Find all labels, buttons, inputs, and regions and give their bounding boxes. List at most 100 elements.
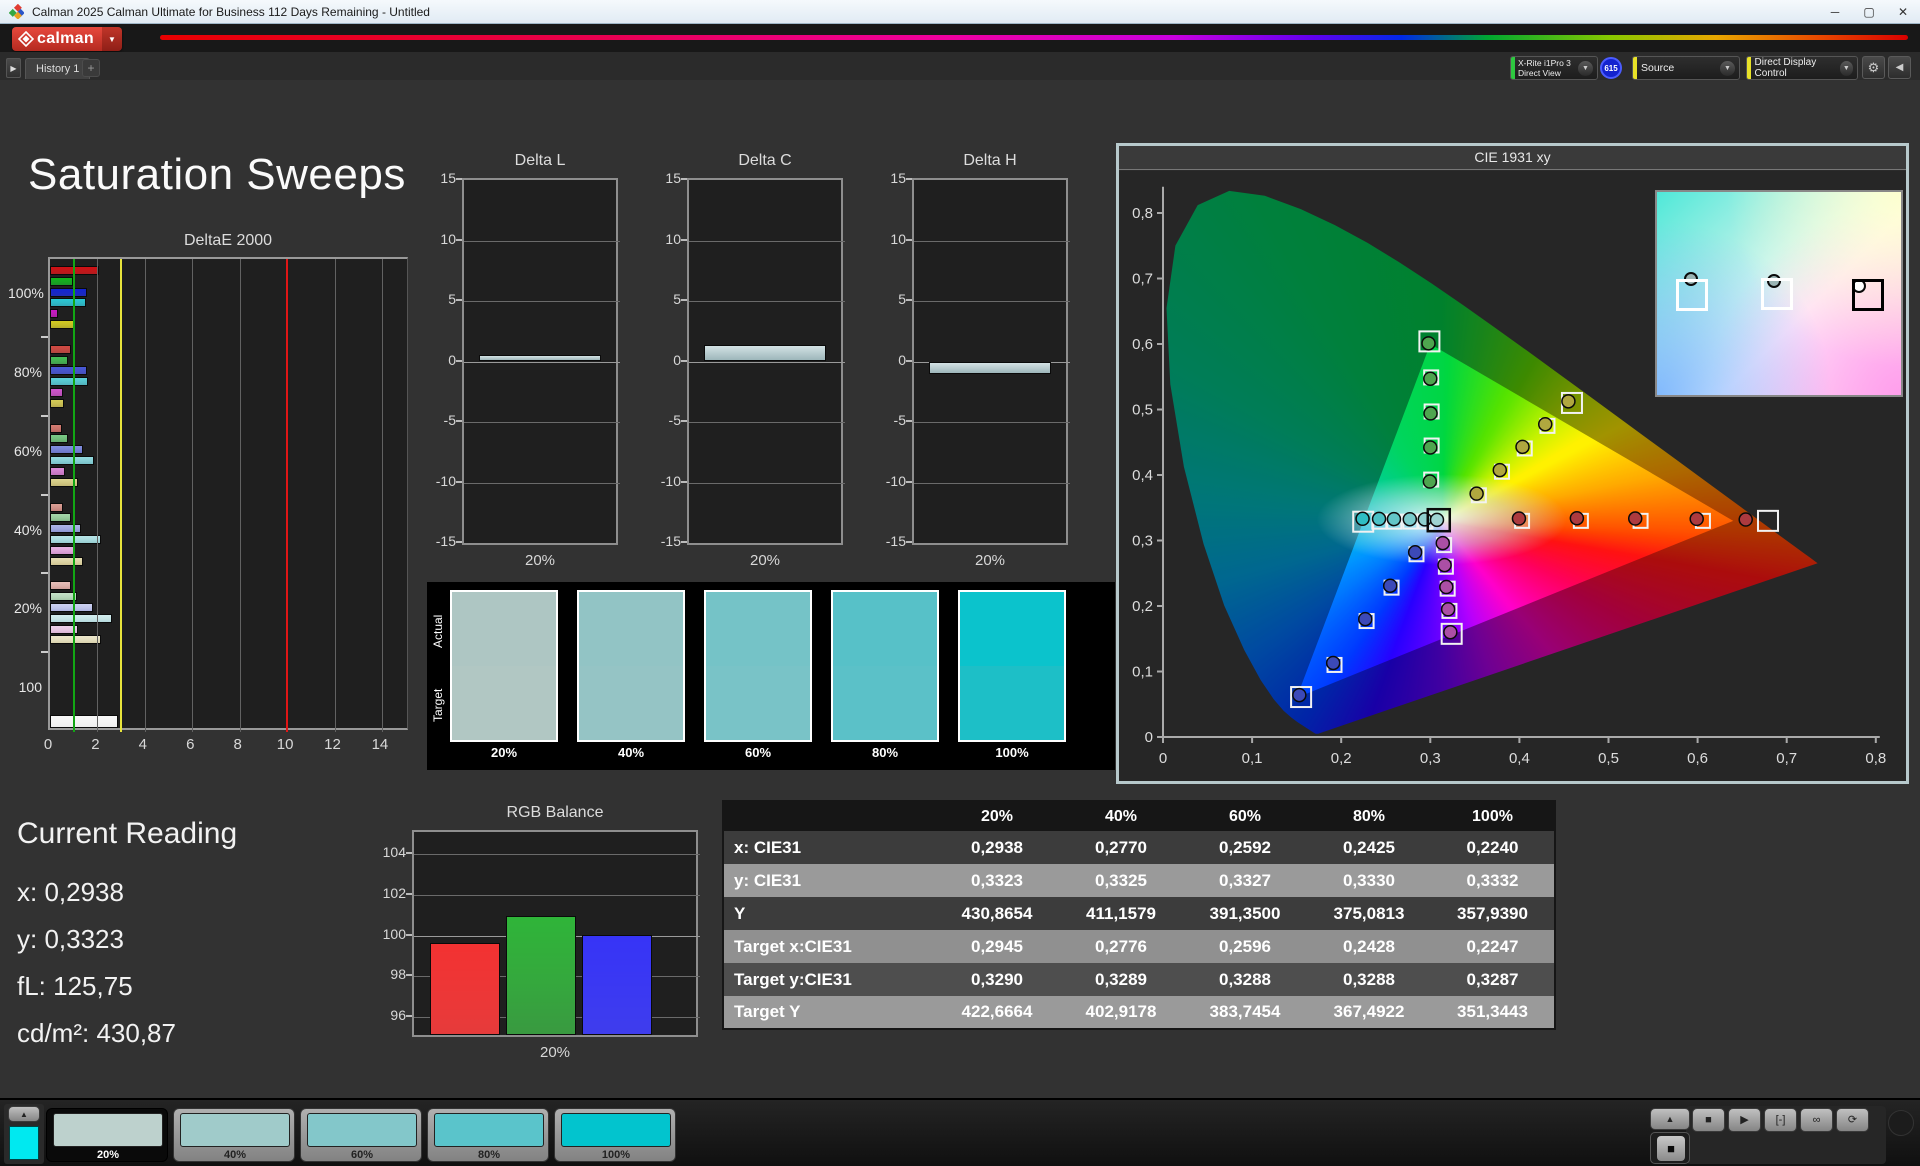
table-cell: 0,3287 <box>1466 969 1519 989</box>
history-panel-toggle[interactable]: ▶ <box>6 58 21 78</box>
table-cell: 0,2770 <box>1095 837 1147 857</box>
collapse-toolbar-button[interactable]: ◀ <box>1888 56 1911 79</box>
rgb-y-tick-label: 96 <box>390 1006 406 1023</box>
patch-button-60%[interactable]: 60% <box>300 1108 422 1162</box>
deltae-y-tick <box>41 572 48 575</box>
deltae-bar <box>50 635 101 645</box>
patch-button-20%[interactable]: 20% <box>46 1108 168 1162</box>
patch-button-label: 80% <box>477 1149 501 1161</box>
stop-patch-button[interactable]: ■ <box>1650 1132 1690 1164</box>
deltae-y-tick <box>41 414 48 417</box>
table-cell: 0,2592 <box>1219 837 1271 857</box>
svg-text:0,3: 0,3 <box>1132 533 1153 550</box>
single-icon[interactable]: [-] <box>1764 1108 1797 1132</box>
delta_l-y-tick-label: 10 <box>440 230 456 247</box>
deltae-chart-title: DeltaE 2000 <box>183 232 273 249</box>
patch-button-40%[interactable]: 40% <box>173 1108 295 1162</box>
deltae-bar <box>50 556 83 566</box>
delta_c-gridline <box>689 301 845 302</box>
delta_l-gridline <box>464 482 620 484</box>
meter-status-badge[interactable]: 615 <box>1600 57 1622 79</box>
delta_c-y-tick <box>681 178 687 180</box>
close-button[interactable]: ✕ <box>1886 1 1920 23</box>
delta_h-y-tick <box>906 359 912 362</box>
table-cell: 0,3289 <box>1095 969 1147 989</box>
calman-logo-icon <box>18 31 34 47</box>
meter-dropdown[interactable]: X-Rite i1Pro 3 Direct View ▼ <box>1510 56 1598 80</box>
delta-c-chart: Delta C 15 10 5 0 -5 -10 -15 20% <box>647 150 882 575</box>
delta_h-y-tick-label: -15 <box>885 533 906 549</box>
rainbow-accent-strip <box>160 35 1908 40</box>
calman-menu-button[interactable]: calman ▼ <box>12 27 122 51</box>
measured-point-red <box>1627 511 1643 526</box>
swatch-label: 100% <box>995 745 1029 760</box>
measured-point-yellow <box>1515 439 1530 455</box>
deltae-x-tick-label: 4 <box>138 736 147 753</box>
delta_l-y-tick-label: -15 <box>435 533 456 549</box>
delta_c-y-tick <box>681 480 687 483</box>
delta_h-bar <box>929 361 1051 375</box>
add-history-tab-button[interactable]: + <box>82 59 100 77</box>
play-icon[interactable]: ▶ <box>1728 1108 1761 1132</box>
maximize-button[interactable]: ▢ <box>1852 1 1886 23</box>
table-row: Target Y 422,6664 402,9178 383,7454 367,4922… <box>723 996 1555 1029</box>
patch-button-100%[interactable]: 100% <box>554 1108 676 1162</box>
delta_l-y-tick <box>456 238 462 241</box>
delta_c-x-label: 20% <box>749 552 781 569</box>
measurement-table: 20% 40% 60% 80% 100% x: CIE31 0,2938 0,2770 0,25… <box>722 800 1556 1030</box>
svg-text:0,8: 0,8 <box>1132 205 1153 222</box>
delta_l-y-tick-label: -5 <box>443 412 456 428</box>
svg-text:0,6: 0,6 <box>1132 336 1153 353</box>
display-control-label: Direct Display Control <box>1754 57 1817 79</box>
table-cell: 0,2776 <box>1095 936 1147 956</box>
stop-icon[interactable]: ■ <box>1692 1108 1725 1132</box>
display-control-dropdown[interactable]: Direct Display Control ▼ <box>1746 56 1858 80</box>
deltae-bar <box>50 309 58 319</box>
table-row-label: Target x:CIE31 <box>734 936 852 956</box>
refresh-icon[interactable]: ⟳ <box>1836 1108 1869 1132</box>
table-cell: 351,3443 <box>1457 1002 1528 1021</box>
deltae-gridline <box>381 259 383 732</box>
delta_h-gridline <box>914 240 1070 242</box>
deltae-bar <box>50 534 101 544</box>
chevron-down-icon: ▼ <box>1839 60 1853 76</box>
patch-panel-up-button[interactable]: ▲ <box>8 1106 40 1122</box>
delta-l-chart: Delta L 15 10 5 0 -5 -10 -15 20% <box>422 150 657 575</box>
delta_h-y-tick-label: 0 <box>898 351 906 368</box>
table-header-cell: 60% <box>1183 801 1307 831</box>
transport-up-button[interactable]: ▲ <box>1650 1108 1690 1130</box>
minimize-button[interactable]: ─ <box>1818 1 1852 23</box>
deltae-bar <box>50 445 83 455</box>
table-cell: 422,6664 <box>961 1002 1033 1021</box>
measured-point-magenta <box>1443 624 1458 640</box>
source-dropdown[interactable]: Source ▼ <box>1632 56 1740 80</box>
svg-text:0,4: 0,4 <box>1132 467 1153 484</box>
actual-swatch <box>706 592 810 666</box>
logo-text: calman <box>37 30 94 47</box>
table-cell: 0,2596 <box>1219 936 1271 956</box>
table-row: x: CIE31 0,2938 0,2770 0,2592 0,2425 0,2240 <box>723 831 1555 864</box>
svg-text:0,7: 0,7 <box>1776 750 1797 767</box>
patch-button-swatch <box>180 1113 290 1147</box>
table-header-cell: 100% <box>1431 801 1555 831</box>
swatch-column-20% <box>450 590 558 742</box>
delta_l-gridline <box>464 301 620 302</box>
rgb-y-tick <box>406 1014 412 1017</box>
chevron-down-icon: ▼ <box>1720 60 1735 76</box>
delta_h-y-tick <box>906 420 912 422</box>
deltae-gridline <box>192 259 194 732</box>
patch-button-80%[interactable]: 80% <box>427 1108 549 1162</box>
patch-button-label: 20% <box>96 1149 120 1161</box>
table-row-label: x: CIE31 <box>734 837 802 857</box>
settings-gear-button[interactable]: ⚙ <box>1862 56 1885 79</box>
deltae-bar <box>50 613 112 623</box>
continuous-icon[interactable]: ∞ <box>1800 1108 1833 1132</box>
delta_h-gridline <box>914 301 1070 302</box>
svg-text:0,3: 0,3 <box>1420 750 1441 767</box>
deltae-gridline <box>144 259 146 732</box>
svg-text:0,8: 0,8 <box>1865 750 1886 767</box>
measured-point-magenta <box>1437 557 1452 573</box>
current-reading-line: x: 0,2938 <box>17 877 124 907</box>
delta_l-y-tick-label: -10 <box>435 472 456 489</box>
tab-history-1[interactable]: History 1 <box>25 58 91 79</box>
